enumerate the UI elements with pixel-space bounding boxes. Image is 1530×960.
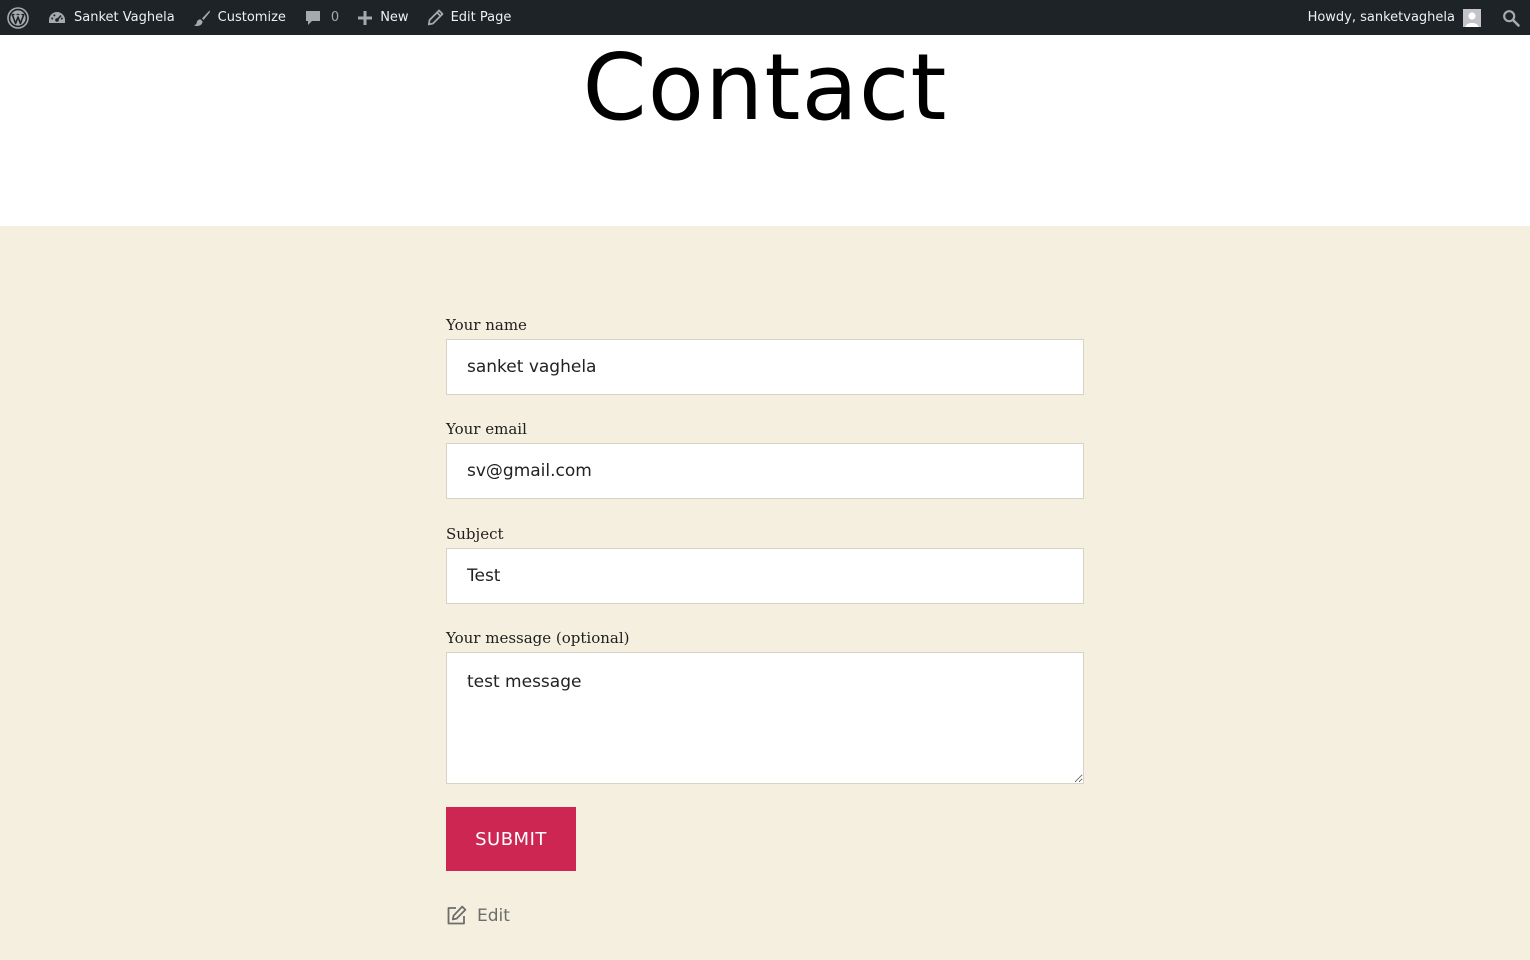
plus-icon (357, 10, 373, 26)
message-field[interactable]: test message (446, 652, 1084, 784)
admin-bar: Sanket Vaghela Customize 0 New Edit Page… (0, 0, 1530, 35)
submit-button[interactable]: SUBMIT (446, 807, 576, 871)
customize-label: Customize (217, 10, 286, 25)
site-name-label: Sanket Vaghela (74, 10, 175, 25)
wordpress-icon (7, 6, 29, 29)
dashboard-icon (47, 9, 67, 27)
new-label: New (380, 10, 409, 25)
comments-count: 0 (330, 10, 340, 25)
subject-field[interactable] (446, 548, 1084, 604)
edit-page-label: Edit Page (450, 10, 512, 25)
edit-page-link[interactable]: Edit Page (418, 0, 521, 35)
comments-link[interactable]: 0 (295, 0, 348, 35)
admin-search-button[interactable] (1490, 0, 1530, 35)
brush-icon (193, 9, 211, 27)
wordpress-menu[interactable] (0, 0, 38, 35)
name-field[interactable] (446, 339, 1084, 395)
pencil-icon (427, 9, 444, 26)
page-title: Contact (582, 34, 948, 141)
message-label: Your message (optional) (446, 629, 630, 647)
name-label: Your name (446, 316, 527, 334)
admin-bar-right: Howdy, sanketvaghela (1299, 0, 1530, 35)
new-content-link[interactable]: New (348, 0, 417, 35)
customize-link[interactable]: Customize (184, 0, 295, 35)
edit-icon (446, 905, 477, 926)
email-field[interactable] (446, 443, 1084, 499)
edit-label: Edit (477, 905, 510, 926)
admin-bar-left: Sanket Vaghela Customize 0 New Edit Page (0, 0, 520, 35)
comment-icon (304, 9, 322, 27)
page-header: Contact (0, 35, 1530, 226)
site-name-link[interactable]: Sanket Vaghela (38, 0, 184, 35)
avatar-icon (1463, 8, 1481, 27)
email-label: Your email (446, 420, 527, 438)
my-account-link[interactable]: Howdy, sanketvaghela (1299, 0, 1490, 35)
search-icon (1502, 9, 1520, 27)
greeting-label: Howdy, sanketvaghela (1307, 10, 1455, 25)
edit-post-link[interactable]: Edit (446, 905, 510, 926)
subject-label: Subject (446, 525, 504, 543)
